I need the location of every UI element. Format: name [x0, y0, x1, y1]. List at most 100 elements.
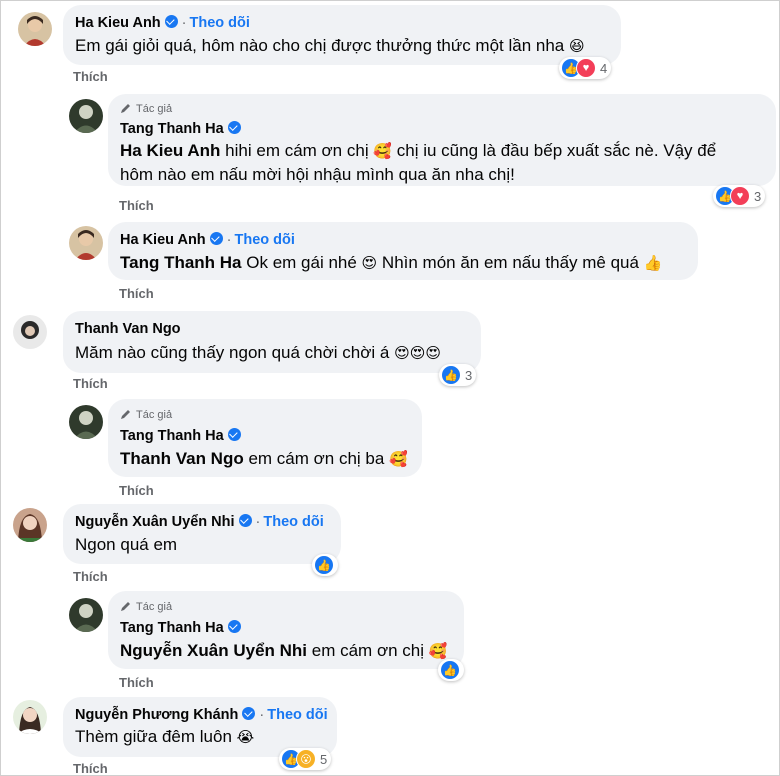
pen-icon — [121, 410, 130, 419]
separator-dot: · — [181, 15, 187, 31]
author-name[interactable]: Tang Thanh Ha — [120, 121, 224, 137]
avatar[interactable] — [69, 405, 103, 439]
smiling-hearts-emoji-icon: 🥰 — [389, 450, 408, 468]
author-name[interactable]: Nguyễn Xuân Uyển Nhi — [75, 514, 235, 530]
comment-text: Em gái giỏi quá, hôm nào cho chị được th… — [75, 32, 585, 60]
like-button[interactable]: Thích — [119, 675, 154, 690]
like-button[interactable]: Thích — [119, 483, 154, 498]
comments-panel: Ha Kieu Anh · Theo dõi Em gái giỏi quá, hô… — [0, 0, 780, 776]
verified-badge-icon — [238, 514, 252, 527]
wow-reaction-icon: 😮 — [296, 749, 316, 769]
author-name[interactable]: Ha Kieu Anh — [120, 232, 206, 248]
mention-link[interactable]: Thanh Van Ngo — [120, 449, 244, 468]
comment-body: Măm nào cũng thấy ngon quá chời chời á — [75, 343, 390, 362]
follow-button[interactable]: Theo dõi — [190, 15, 250, 31]
smiling-hearts-emoji-icon: 🥰 — [428, 642, 448, 660]
comment-body: Thèm giữa đêm luôn — [75, 727, 232, 746]
mention-link[interactable]: Nguyễn Xuân Uyển Nhi — [120, 641, 307, 660]
comment-body: em cám ơn chị — [311, 641, 425, 660]
verified-badge-icon — [227, 121, 241, 134]
comment-body: hihi em cám ơn chị — [225, 141, 369, 160]
author-tag: Tác giả — [120, 600, 172, 613]
mention-link[interactable]: Ha Kieu Anh — [120, 141, 220, 160]
comment-body: Em gái giỏi quá, hôm nào cho chị được th… — [75, 36, 565, 55]
author-tag: Tác giả — [120, 408, 172, 421]
verified-badge-icon — [227, 428, 241, 441]
like-button[interactable]: Thích — [119, 198, 154, 213]
reaction-summary[interactable]: 👍 — [438, 659, 464, 681]
heart-eyes-emoji-icon: 😍😍😍 — [394, 344, 441, 362]
like-reaction-icon: 👍 — [314, 555, 334, 575]
avatar[interactable] — [69, 226, 103, 260]
comment-body: em cám ơn chị ba — [248, 449, 385, 468]
comment-text: Thanh Van Ngo em cám ơn chị ba 🥰 — [120, 445, 408, 473]
comment-author-line: Tang Thanh Ha — [120, 620, 241, 636]
reaction-count: 5 — [320, 751, 328, 767]
comment-author-line: Tang Thanh Ha — [120, 121, 241, 137]
follow-button[interactable]: Theo dõi — [263, 514, 323, 530]
follow-button[interactable]: Theo dõi — [267, 707, 327, 723]
smiling-hearts-emoji-icon: 🥰 — [373, 142, 393, 160]
separator-dot: · — [255, 514, 261, 530]
separator-dot: · — [226, 232, 232, 248]
pen-icon — [121, 602, 130, 611]
reaction-summary[interactable]: 👍 😮 5 — [279, 748, 332, 770]
comment-text: Măm nào cũng thấy ngon quá chời chời á 😍… — [75, 339, 441, 367]
like-button[interactable]: Thích — [73, 569, 108, 584]
like-reaction-icon: 👍 — [440, 660, 460, 680]
author-tag: Tác giả — [120, 102, 172, 115]
avatar[interactable] — [13, 315, 47, 349]
reaction-summary[interactable]: 👍 ♥ 3 — [713, 185, 766, 207]
comment-body: Ok em gái nhé — [246, 253, 357, 272]
avatar[interactable] — [18, 12, 52, 46]
crying-emoji-icon: 😭 — [236, 728, 255, 746]
avatar[interactable] — [13, 700, 47, 734]
like-button[interactable]: Thích — [73, 761, 108, 776]
comment-body-continued: Nhìn món ăn em nấu thấy mê quá — [381, 253, 639, 272]
author-name[interactable]: Tang Thanh Ha — [120, 620, 224, 636]
comment-text: Ngon quá em — [75, 531, 177, 559]
verified-badge-icon — [164, 15, 178, 28]
reaction-summary[interactable]: 👍 ♥ 4 — [559, 57, 612, 79]
author-tag-label: Tác giả — [136, 601, 173, 613]
separator-dot: · — [259, 707, 265, 723]
like-button[interactable]: Thích — [73, 376, 108, 391]
mention-link[interactable]: Tang Thanh Ha — [120, 253, 242, 272]
author-name[interactable]: Tang Thanh Ha — [120, 428, 224, 444]
comment-author-line: Thanh Van Ngo — [75, 321, 181, 337]
follow-button[interactable]: Theo dõi — [235, 232, 295, 248]
love-reaction-icon: ♥ — [576, 58, 596, 78]
avatar[interactable] — [69, 99, 103, 133]
reaction-count: 4 — [600, 60, 608, 76]
thumbs-up-emoji-icon: 👍 — [643, 254, 663, 272]
reaction-summary[interactable]: 👍 3 — [439, 364, 477, 386]
comment-author-line: Ha Kieu Anh · Theo dõi — [75, 15, 250, 31]
avatar[interactable] — [69, 598, 103, 632]
comment-text-line2: hôm nào em nấu mời hội nhậu mình qua ăn … — [120, 161, 515, 189]
like-button[interactable]: Thích — [73, 69, 108, 84]
comment-body: Ngon quá em — [75, 535, 178, 554]
like-reaction-icon: 👍 — [441, 365, 461, 385]
avatar[interactable] — [13, 508, 47, 542]
like-button[interactable]: Thích — [119, 286, 154, 301]
reaction-summary[interactable]: 👍 — [312, 554, 338, 576]
verified-badge-icon — [242, 707, 256, 720]
reaction-count: 3 — [754, 188, 762, 204]
author-name[interactable]: Thanh Van Ngo — [75, 321, 181, 337]
author-tag-label: Tác giả — [136, 409, 173, 421]
comment-body-continued: chị iu cũng là đầu bếp xuất sắc nè. Vậy … — [396, 141, 717, 160]
reaction-count: 3 — [465, 367, 473, 383]
pen-icon — [121, 104, 130, 113]
comment-author-line: Ha Kieu Anh · Theo dõi — [120, 232, 295, 248]
comment-text: Thèm giữa đêm luôn 😭 — [75, 723, 254, 751]
laughing-emoji-icon: 😆 — [569, 37, 585, 55]
author-name[interactable]: Nguyễn Phương Khánh — [75, 707, 238, 723]
comment-text: Tang Thanh Ha Ok em gái nhé 😍 Nhìn món ă… — [120, 249, 662, 277]
comment-author-line: Tang Thanh Ha — [120, 428, 241, 444]
author-name[interactable]: Ha Kieu Anh — [75, 15, 161, 31]
comment-author-line: Nguyễn Phương Khánh · Theo dõi — [75, 707, 328, 723]
verified-badge-icon — [227, 620, 241, 633]
author-tag-label: Tác giả — [136, 103, 173, 115]
comment-author-line: Nguyễn Xuân Uyển Nhi · Theo dõi — [75, 514, 324, 530]
heart-eyes-emoji-icon: 😍 — [361, 254, 378, 272]
